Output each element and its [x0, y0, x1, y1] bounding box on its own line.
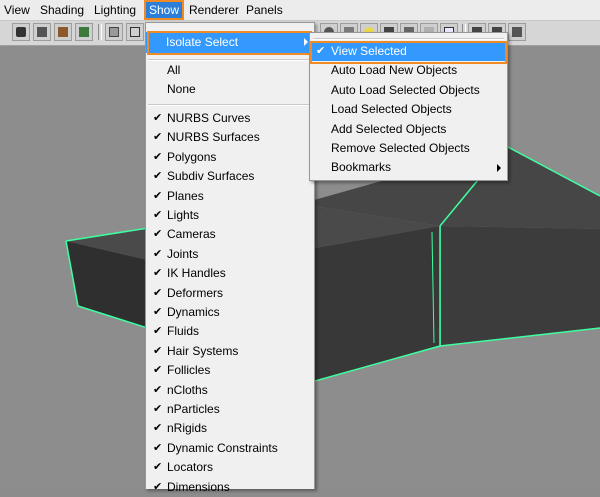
menu-divider — [313, 38, 504, 40]
isolate-select-callout — [147, 31, 312, 55]
submenu-item-auto-load-selected-objects[interactable]: Auto Load Selected Objects — [310, 81, 507, 100]
cameras-label: Cameras — [167, 227, 216, 242]
menu-renderer[interactable]: Renderer — [186, 0, 242, 20]
show-menu: Isolate Select All None ✔ NURBS Curves ✔ NU… — [145, 22, 315, 494]
menu-bar: View Shading Lighting Show Renderer Pane… — [0, 0, 600, 21]
checkmark-icon: ✔ — [153, 131, 163, 144]
submenu-item-auto-load-new-objects[interactable]: Auto Load New Objects — [310, 61, 507, 80]
menu-item-fluids[interactable]: ✔ Fluids — [146, 322, 314, 341]
bookmarks-label: Bookmarks — [331, 160, 392, 175]
menu-item-hair-systems[interactable]: ✔ Hair Systems — [146, 342, 314, 361]
submenu-arrow-icon — [497, 164, 501, 173]
menu-item-joints[interactable]: ✔ Joints — [146, 245, 314, 264]
menu-item-none[interactable]: None — [146, 80, 314, 99]
menu-item-nurbs-surfaces[interactable]: ✔ NURBS Surfaces — [146, 128, 314, 147]
camera-icon[interactable] — [508, 23, 526, 41]
joints-label: Joints — [167, 246, 199, 261]
checkmark-icon: ✔ — [153, 422, 163, 435]
nrigids-label: nRigids — [167, 421, 208, 436]
menu-item-ik-handles[interactable]: ✔ IK Handles — [146, 264, 314, 283]
menu-item-lights[interactable]: ✔ Lights — [146, 206, 314, 225]
menu-item-follicles[interactable]: ✔ Follicles — [146, 361, 314, 380]
menu-item-deformers[interactable]: ✔ Deformers — [146, 284, 314, 303]
checkmark-icon: ✔ — [153, 150, 163, 163]
menu-item-ncloths[interactable]: ✔ nCloths — [146, 381, 314, 400]
add-selected-objects-label: Add Selected Objects — [331, 121, 447, 136]
locators-label: Locators — [167, 460, 214, 475]
checkmark-icon: ✔ — [153, 247, 163, 260]
submenu-item-load-selected-objects[interactable]: Load Selected Objects — [310, 100, 507, 119]
checkmark-icon: ✔ — [153, 228, 163, 241]
menu-item-dimensions[interactable]: ✔ Dimensions — [146, 478, 314, 497]
view-selected-callout — [310, 41, 507, 64]
checkmark-icon: ✔ — [153, 286, 163, 299]
menu-item-dynamic-constraints[interactable]: ✔ Dynamic Constraints — [146, 439, 314, 458]
menu-item-locators[interactable]: ✔ Locators — [146, 458, 314, 477]
checkmark-icon: ✔ — [153, 344, 163, 357]
submenu-item-add-selected-objects[interactable]: Add Selected Objects — [310, 120, 507, 139]
dynamic-constraints-label: Dynamic Constraints — [167, 440, 278, 455]
image-plane-icon[interactable] — [75, 23, 93, 41]
dynamics-label: Dynamics — [167, 305, 220, 319]
dimensions-label: Dimensions — [167, 479, 230, 494]
planes-label: Planes — [167, 188, 204, 203]
menu-item-subdiv-surfaces[interactable]: ✔ Subdiv Surfaces — [146, 167, 314, 186]
follicles-label: Follicles — [167, 363, 211, 378]
checkmark-icon: ✔ — [153, 170, 163, 183]
load-selected-objects-label: Load Selected Objects — [331, 102, 452, 117]
checkmark-icon: ✔ — [153, 364, 163, 377]
nparticles-label: nParticles — [167, 402, 220, 416]
menu-item-planes[interactable]: ✔ Planes — [146, 187, 314, 206]
submenu-item-bookmarks[interactable]: Bookmarks — [310, 158, 507, 177]
menu-item-dynamics[interactable]: ✔ Dynamics — [146, 303, 314, 322]
ik-handles-label: IK Handles — [167, 266, 226, 281]
checkmark-icon: ✔ — [153, 461, 163, 474]
checkmark-icon: ✔ — [153, 403, 163, 415]
deformers-label: Deformers — [167, 285, 224, 300]
checkmark-icon: ✔ — [153, 441, 163, 454]
submenu-item-remove-selected-objects[interactable]: Remove Selected Objects — [310, 139, 507, 158]
checkmark-icon: ✔ — [153, 209, 163, 221]
menu-show[interactable]: Show — [144, 0, 185, 20]
menu-item-nurbs-curves[interactable]: ✔ NURBS Curves — [146, 109, 314, 128]
checkmark-icon: ✔ — [153, 267, 163, 280]
checkmark-icon: ✔ — [153, 306, 163, 318]
box-back-front — [440, 226, 600, 346]
all-label: All — [167, 63, 181, 77]
checkmark-icon: ✔ — [153, 189, 163, 202]
grid-icon[interactable] — [105, 23, 123, 41]
none-label: None — [167, 82, 196, 96]
lights-label: Lights — [167, 208, 200, 222]
menu-item-all[interactable]: All — [146, 61, 314, 80]
menu-shading[interactable]: Shading — [37, 0, 87, 20]
polygons-label: Polygons — [167, 149, 217, 164]
menu-item-cameras[interactable]: ✔ Cameras — [146, 225, 314, 244]
bookmark-icon[interactable] — [54, 23, 72, 41]
menu-item-polygons[interactable]: ✔ Polygons — [146, 148, 314, 167]
auto-load-new-objects-label: Auto Load New Objects — [331, 63, 458, 78]
ncloths-label: nCloths — [167, 382, 208, 397]
menu-divider — [148, 104, 312, 106]
nurbs-surfaces-label: NURBS Surfaces — [167, 130, 260, 145]
checkmark-icon: ✔ — [153, 112, 163, 124]
auto-load-selected-objects-label: Auto Load Selected Objects — [331, 82, 480, 97]
camera-attributes-icon[interactable] — [33, 23, 51, 41]
subdiv-surfaces-label: Subdiv Surfaces — [167, 169, 255, 184]
menu-lighting[interactable]: Lighting — [91, 0, 139, 20]
toolbar-separator — [98, 24, 102, 40]
menu-panels[interactable]: Panels — [243, 0, 286, 20]
wireframe-icon[interactable] — [126, 23, 144, 41]
remove-selected-objects-label: Remove Selected Objects — [331, 141, 470, 155]
nurbs-curves-label: NURBS Curves — [167, 111, 251, 125]
checkmark-icon: ✔ — [153, 325, 163, 338]
menu-item-nparticles[interactable]: ✔ nParticles — [146, 400, 314, 419]
hair-systems-label: Hair Systems — [167, 343, 239, 358]
menu-item-nrigids[interactable]: ✔ nRigids — [146, 419, 314, 438]
isolate-select-submenu: ✔ View Selected Auto Load New Objects Auto … — [309, 32, 508, 181]
fluids-label: Fluids — [167, 324, 200, 339]
checkmark-icon: ✔ — [153, 480, 163, 493]
select-camera-icon[interactable] — [12, 23, 30, 41]
menu-view[interactable]: View — [1, 0, 33, 20]
checkmark-icon: ✔ — [153, 383, 163, 396]
